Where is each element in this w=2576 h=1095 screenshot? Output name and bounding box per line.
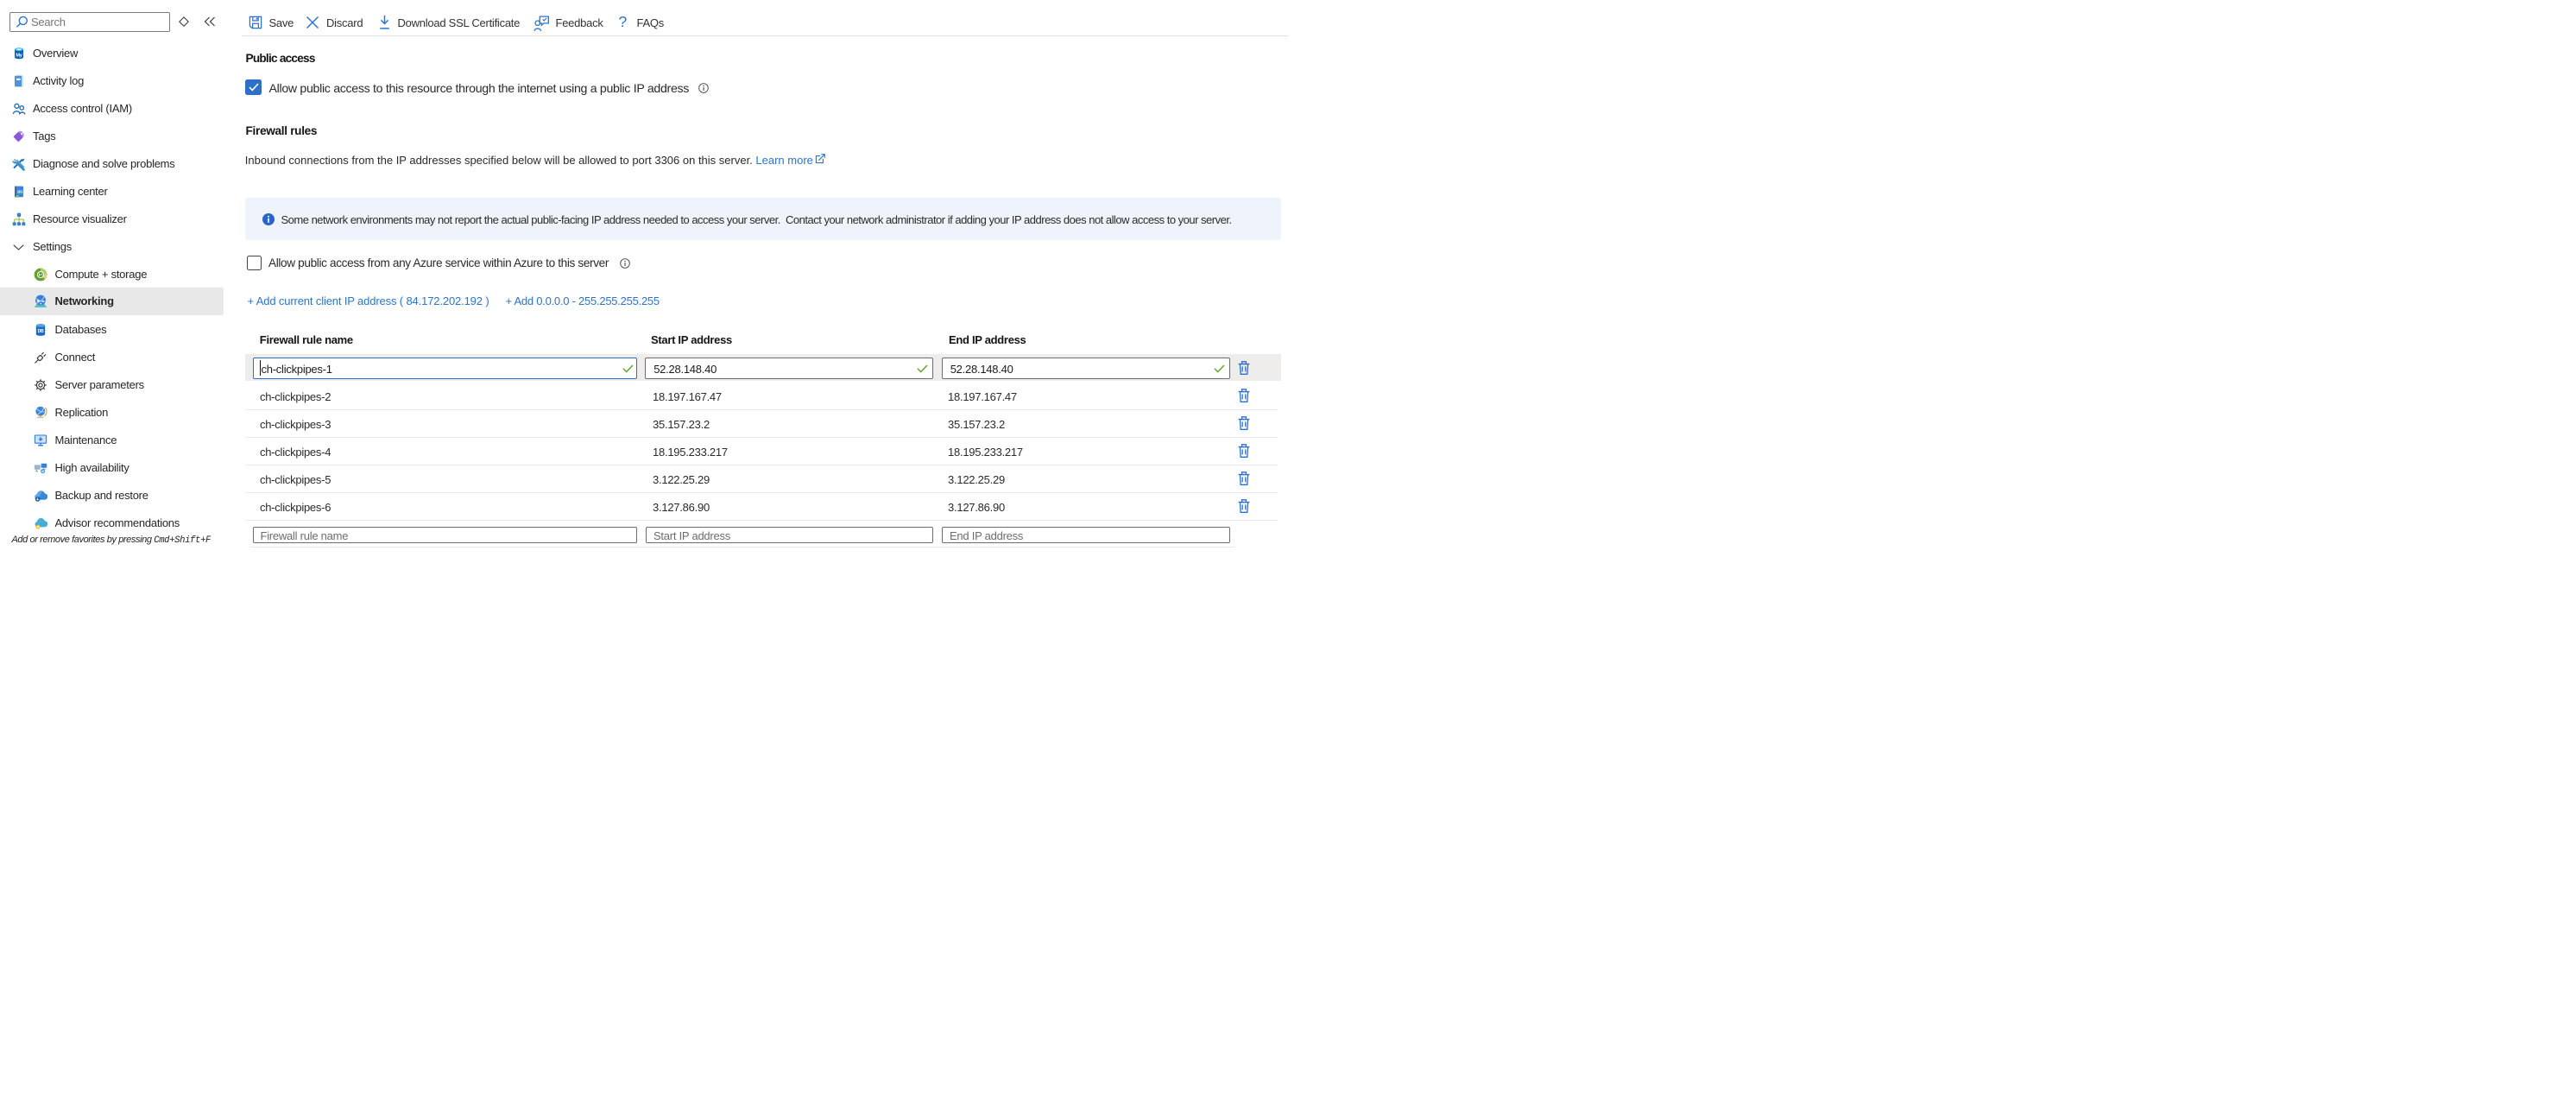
svg-text:My: My <box>16 53 22 58</box>
svg-text:DB: DB <box>37 329 43 334</box>
svg-text:101: 101 <box>17 189 23 193</box>
